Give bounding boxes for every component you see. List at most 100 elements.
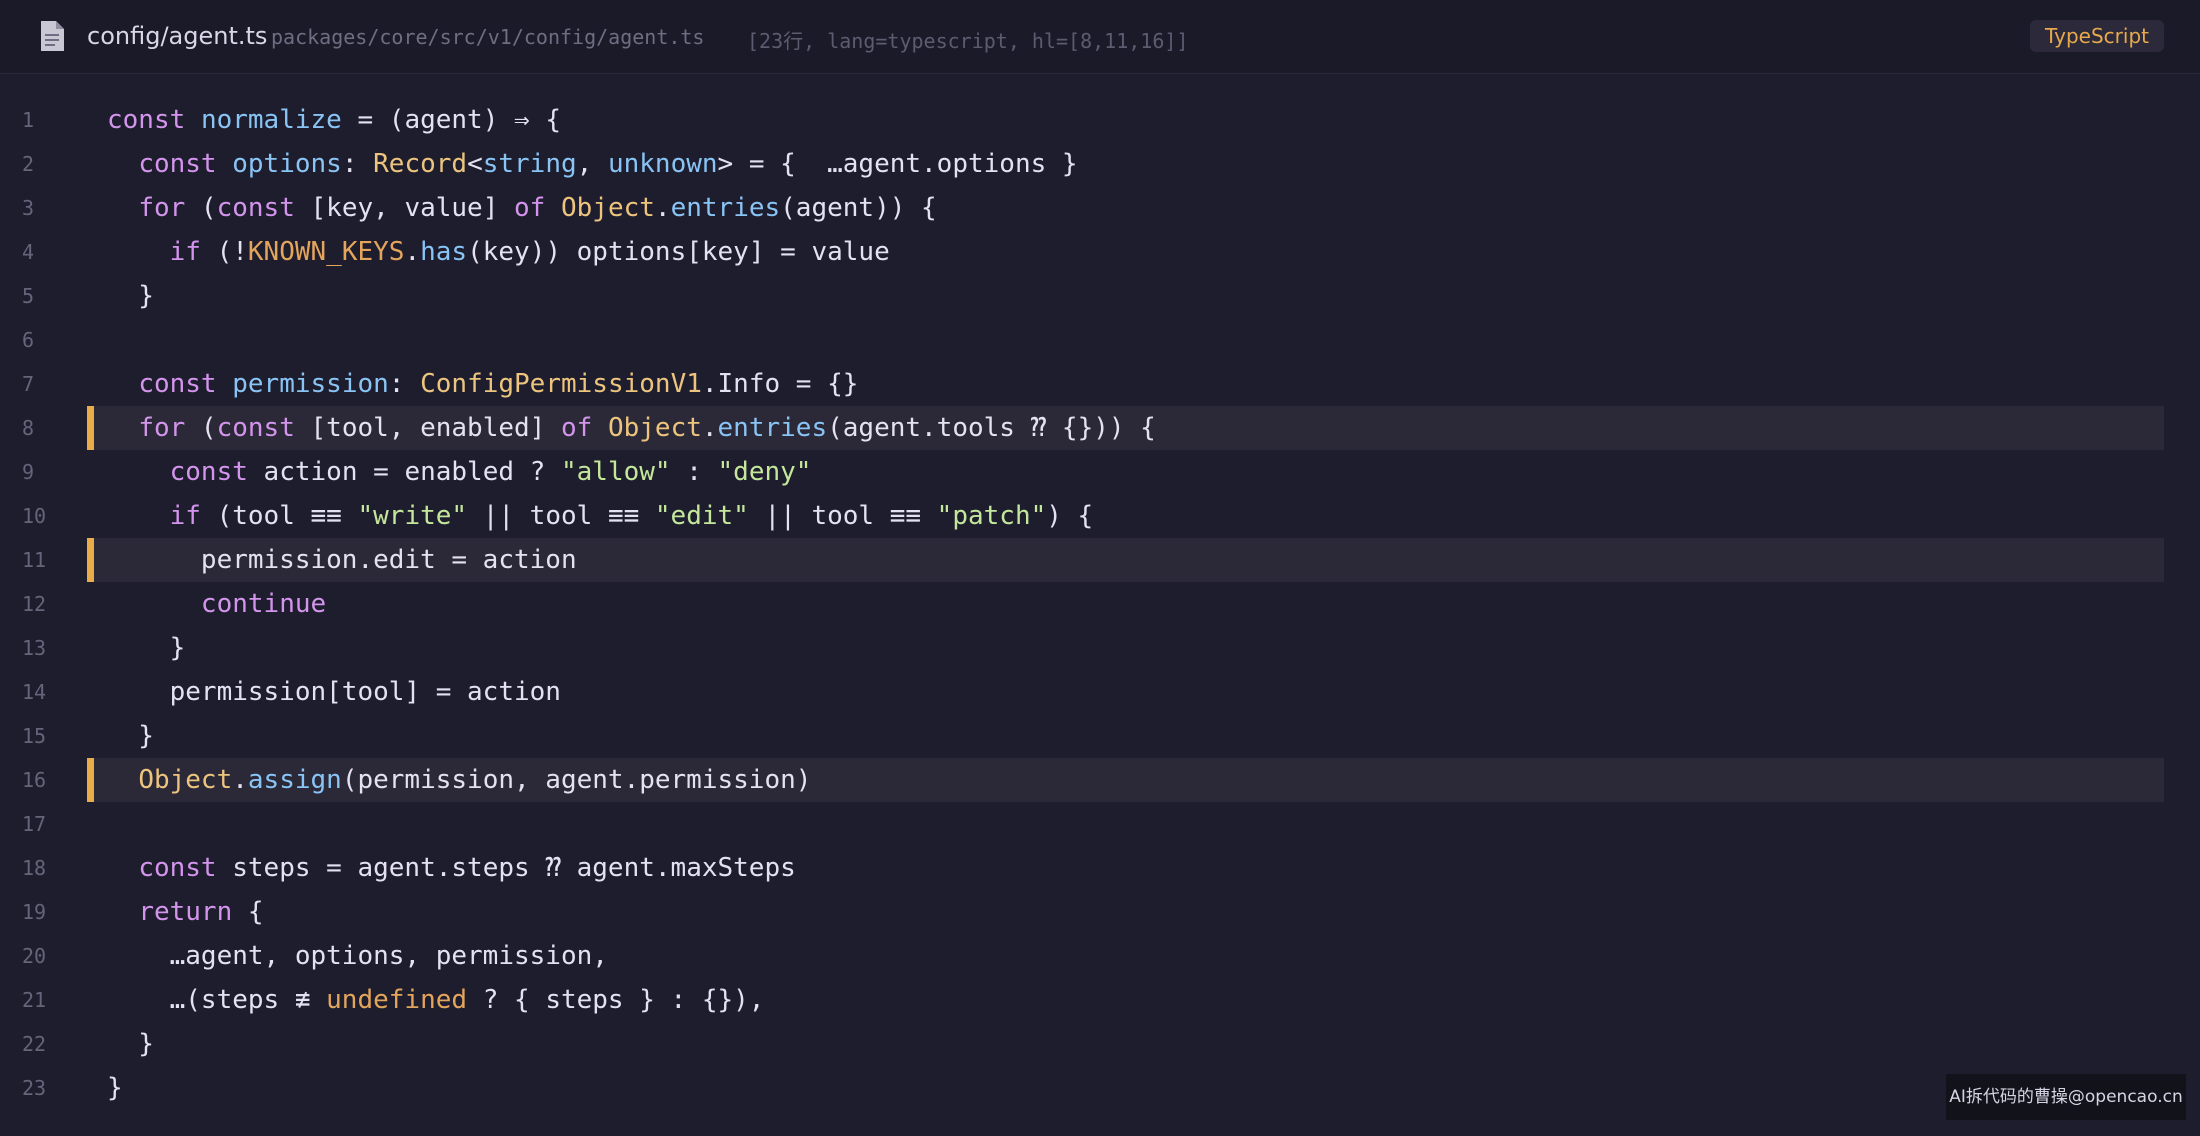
code-line[interactable]: 4 if (!KNOWN_KEYS.has(key)) options[key]… — [0, 230, 2200, 274]
code-token: (agent)) { — [780, 193, 937, 223]
watermark: AI拆代码的曹操@opencao.cn — [1946, 1074, 2186, 1120]
code-line[interactable]: 23} — [0, 1066, 2200, 1110]
code-token: has — [420, 237, 468, 267]
line-source: } — [107, 626, 186, 670]
code-line[interactable]: 20 …agent, options, permission, — [0, 934, 2200, 978]
code-line[interactable]: 3 for (const [key, value] of Object.entr… — [0, 186, 2200, 230]
code-token: } — [107, 1029, 154, 1059]
code-token: ConfigPermissionV1 — [420, 369, 702, 399]
code-line[interactable]: 19 return { — [0, 890, 2200, 934]
line-number: 13 — [22, 636, 47, 660]
line-number: 1 — [22, 108, 35, 132]
code-token: undefined — [326, 985, 468, 1015]
code-token: . — [404, 237, 421, 267]
line-number: 16 — [22, 768, 47, 792]
line-source: if (!KNOWN_KEYS.has(key)) options[key] =… — [107, 230, 890, 274]
line-number: 3 — [22, 196, 35, 220]
line-number: 10 — [22, 504, 47, 528]
code-token: "write" — [357, 501, 468, 531]
code-line[interactable]: 14 permission[tool] = action — [0, 670, 2200, 714]
code-token: Object — [607, 413, 702, 443]
code-line[interactable]: 22 } — [0, 1022, 2200, 1066]
code-line[interactable]: 5 } — [0, 274, 2200, 318]
highlight-marker — [87, 758, 94, 802]
code-token: } — [107, 1073, 123, 1103]
code-view[interactable]: 1 const normalize = (agent) ⇒ {2 const op… — [0, 98, 2200, 1110]
code-token: } — [107, 721, 154, 751]
code-token: assign — [247, 765, 342, 795]
code-token: (! — [200, 237, 248, 267]
code-line[interactable]: 6 — [0, 318, 2200, 362]
file-icon — [41, 21, 64, 51]
code-token: action = enabled ? — [247, 457, 561, 487]
line-source: } — [107, 714, 154, 758]
code-line[interactable]: 17 — [0, 802, 2200, 846]
code-token: for — [138, 413, 186, 443]
code-line[interactable]: 13 } — [0, 626, 2200, 670]
code-token: normalize — [200, 105, 342, 135]
code-token: permission.edit = action — [107, 545, 577, 575]
line-number: 21 — [22, 988, 47, 1012]
line-source: const permission: ConfigPermissionV1.Inf… — [107, 362, 858, 406]
code-token: : — [341, 149, 374, 179]
line-source: } — [107, 1066, 123, 1110]
code-token: ( — [185, 413, 217, 443]
highlight-marker — [87, 406, 94, 450]
code-token: = (agent) ⇒ { — [341, 105, 561, 135]
line-source: } — [107, 1022, 154, 1066]
line-source: const action = enabled ? "allow" : "deny… — [107, 450, 812, 494]
code-token: : — [388, 369, 421, 399]
code-token: const — [216, 413, 295, 443]
code-line[interactable]: 12 continue — [0, 582, 2200, 626]
line-number: 20 — [22, 944, 47, 968]
code-token: (agent.tools ⁇ {})) { — [827, 413, 1156, 443]
line-source: return { — [107, 890, 264, 934]
code-token: unknown — [607, 149, 718, 179]
line-number: 9 — [22, 460, 35, 484]
code-token: for — [138, 193, 186, 223]
code-token: of — [514, 193, 546, 223]
code-line[interactable]: 15 } — [0, 714, 2200, 758]
line-number: 12 — [22, 592, 47, 616]
line-number: 2 — [22, 152, 35, 176]
code-token: KNOWN_KEYS — [247, 237, 405, 267]
code-token: { — [232, 897, 264, 927]
code-line[interactable]: 16 Object.assign(permission, agent.permi… — [0, 758, 2200, 802]
code-line[interactable]: 8 for (const [tool, enabled] of Object.e… — [0, 406, 2200, 450]
code-line[interactable]: 2 const options: Record<string, unknown>… — [0, 142, 2200, 186]
code-line[interactable]: 21 …(steps ≢ undefined ? { steps } : {})… — [0, 978, 2200, 1022]
code-line[interactable]: 18 const steps = agent.steps ⁇ agent.max… — [0, 846, 2200, 890]
line-number: 17 — [22, 812, 47, 836]
code-token: "allow" — [560, 457, 671, 487]
line-source: const steps = agent.steps ⁇ agent.maxSte… — [107, 846, 795, 890]
code-token: entries — [717, 413, 828, 443]
code-line[interactable]: 11 permission.edit = action — [0, 538, 2200, 582]
code-token: "patch" — [936, 501, 1047, 531]
code-line[interactable]: 7 const permission: ConfigPermissionV1.I… — [0, 362, 2200, 406]
file-meta: [23行, lang=typescript, hl=[8,11,16]] — [747, 29, 1189, 53]
code-token: const — [138, 149, 217, 179]
code-token: } — [107, 633, 186, 663]
file-header: config/agent.ts packages/core/src/v1/con… — [0, 0, 2200, 74]
code-token: } — [107, 281, 154, 311]
code-token: ? { steps } : {}), — [467, 985, 765, 1015]
line-source: for (const [tool, enabled] of Object.ent… — [107, 406, 1156, 450]
code-line[interactable]: 9 const action = enabled ? "allow" : "de… — [0, 450, 2200, 494]
code-line[interactable]: 1 const normalize = (agent) ⇒ { — [0, 98, 2200, 142]
file-name[interactable]: config/agent.ts — [87, 22, 267, 50]
line-number: 5 — [22, 284, 35, 308]
code-line[interactable]: 10 if (tool ≡≡ "write" || tool ≡≡ "edit"… — [0, 494, 2200, 538]
code-token: "deny" — [717, 457, 812, 487]
line-number: 19 — [22, 900, 47, 924]
code-token: "edit" — [654, 501, 749, 531]
